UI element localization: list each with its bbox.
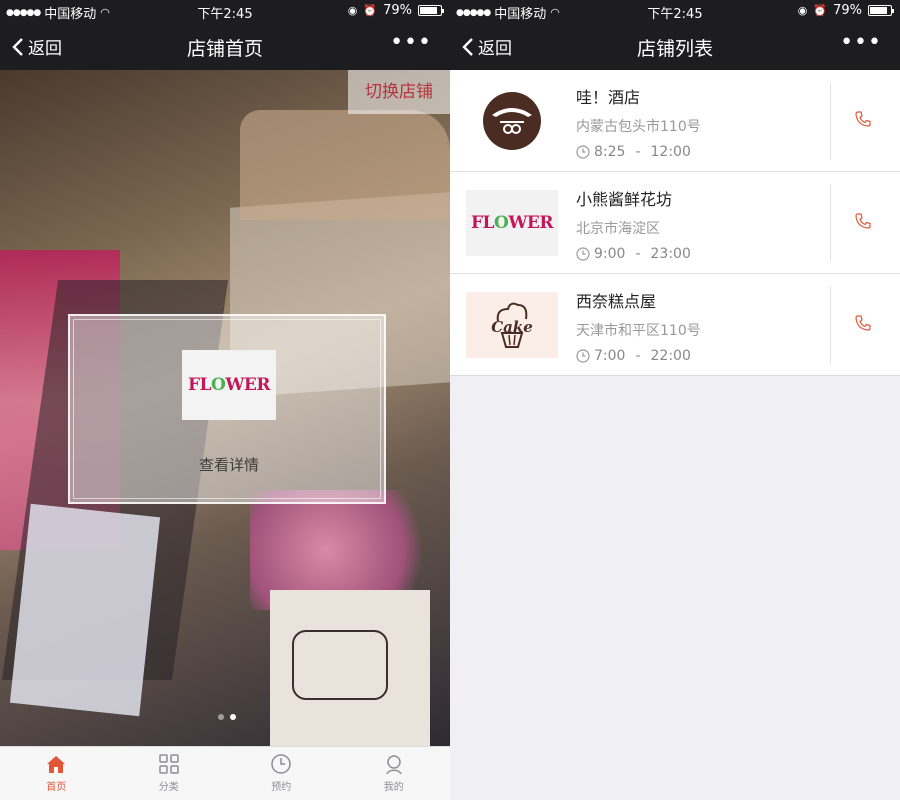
switch-store-button[interactable]: 切换店铺: [348, 70, 450, 114]
store-logo: FLOWER: [182, 350, 276, 420]
store-address: 天津市和平区110号: [576, 323, 701, 339]
close-time: 22:00: [650, 348, 691, 364]
hours-separator: -: [635, 348, 641, 364]
home-icon: [47, 756, 66, 773]
store-home-screen: ●●●●● 中国移动 ◠ 下午2:45 ◉ ⏰ 79% 返回 店铺首页 ••• …: [0, 0, 450, 800]
phone-icon: [855, 213, 871, 229]
tab-label: 我的: [383, 782, 404, 793]
store-hours: 8:25 - 12:00: [576, 144, 691, 160]
store-name: 哇！酒店: [576, 88, 641, 107]
hours-separator: -: [635, 144, 641, 160]
divider: [830, 184, 831, 262]
phone-button[interactable]: [854, 110, 872, 132]
vase-label-decoration: [292, 630, 388, 700]
open-time: 9:00: [594, 246, 626, 262]
carousel-indicator: [218, 714, 236, 720]
flower-logo: FLOWER: [466, 190, 558, 256]
rotation-lock-icon: ◉: [797, 4, 808, 17]
more-button[interactable]: •••: [840, 30, 882, 55]
user-icon: [386, 755, 402, 775]
store-address: 内蒙古包头市110号: [576, 119, 701, 135]
battery-icon: [418, 5, 444, 16]
nav-bar: 返回 店铺列表 •••: [450, 22, 900, 70]
close-time: 23:00: [650, 246, 691, 262]
battery-percent: 79%: [383, 3, 412, 18]
cake-logo: Cake: [466, 292, 558, 358]
carousel-dot[interactable]: [218, 714, 224, 720]
nav-bar: 返回 店铺首页 •••: [0, 22, 450, 70]
tab-label: 分类: [158, 782, 179, 793]
tab-label: 预约: [271, 782, 292, 793]
store-list-item[interactable]: Cake 西奈糕点屋 天津市和平区110号 7:00 - 22:00: [450, 274, 900, 376]
close-time: 12:00: [650, 144, 691, 160]
battery-percent: 79%: [833, 3, 862, 18]
hotel-logo: [466, 88, 558, 154]
store-list-item[interactable]: 哇！酒店 内蒙古包头市110号 8:25 - 12:00: [450, 70, 900, 172]
store-list-screen: ●●●●● 中国移动 ◠ 下午2:45 ◉ ⏰ 79% 返回 店铺列表 ••• …: [450, 0, 900, 800]
phone-icon: [855, 315, 871, 331]
phone-button[interactable]: [854, 212, 872, 234]
clock-icon: [576, 349, 590, 363]
clock-icon: [271, 754, 291, 774]
clock-icon: [576, 247, 590, 261]
open-time: 7:00: [594, 348, 626, 364]
battery-icon: [868, 5, 894, 16]
alarm-icon: ⏰: [363, 4, 378, 17]
tab-home[interactable]: 首页: [0, 747, 113, 800]
tab-booking[interactable]: 预约: [225, 747, 338, 800]
alarm-icon: ⏰: [813, 4, 828, 17]
hero-banner[interactable]: 切换店铺 FLOWER 查看详情: [0, 70, 450, 746]
divider: [830, 82, 831, 160]
phone-button[interactable]: [854, 314, 872, 336]
cake-logo-text: Cake: [491, 318, 533, 336]
tab-label: 首页: [46, 782, 67, 793]
page-title: 店铺首页: [186, 38, 263, 60]
store-list-item[interactable]: FLOWER 小熊酱鲜花坊 北京市海淀区 9:00 - 23:00: [450, 172, 900, 274]
store-card[interactable]: FLOWER 查看详情: [68, 314, 386, 504]
divider: [830, 286, 831, 364]
tab-bar: 首页 分类 预约 我的: [0, 746, 450, 800]
store-name: 小熊酱鲜花坊: [576, 190, 673, 209]
status-bar: ●●●●● 中国移动 ◠ 下午2:45 ◉ ⏰ 79%: [450, 0, 900, 22]
clock-icon: [576, 145, 590, 159]
more-button[interactable]: •••: [390, 30, 432, 55]
tab-category[interactable]: 分类: [113, 747, 226, 800]
hours-separator: -: [635, 246, 641, 262]
tab-mine[interactable]: 我的: [338, 747, 451, 800]
page-title: 店铺列表: [636, 38, 713, 60]
store-hours: 7:00 - 22:00: [576, 348, 691, 364]
grid-icon: [159, 754, 179, 774]
phone-icon: [855, 111, 871, 127]
store-hours: 9:00 - 23:00: [576, 246, 691, 262]
open-time: 8:25: [594, 144, 626, 160]
status-bar: ●●●●● 中国移动 ◠ 下午2:45 ◉ ⏰ 79%: [0, 0, 450, 22]
view-details-link[interactable]: 查看详情: [70, 454, 388, 475]
store-list: 哇！酒店 内蒙古包头市110号 8:25 - 12:00 FLOWER 小熊酱鲜…: [450, 70, 900, 376]
store-address: 北京市海淀区: [576, 221, 660, 237]
rotation-lock-icon: ◉: [347, 4, 358, 17]
store-name: 西奈糕点屋: [576, 292, 657, 311]
bouquet-wrap-decoration: [240, 110, 450, 220]
carousel-dot-active[interactable]: [230, 714, 236, 720]
paper-bag-decoration: [9, 503, 161, 717]
